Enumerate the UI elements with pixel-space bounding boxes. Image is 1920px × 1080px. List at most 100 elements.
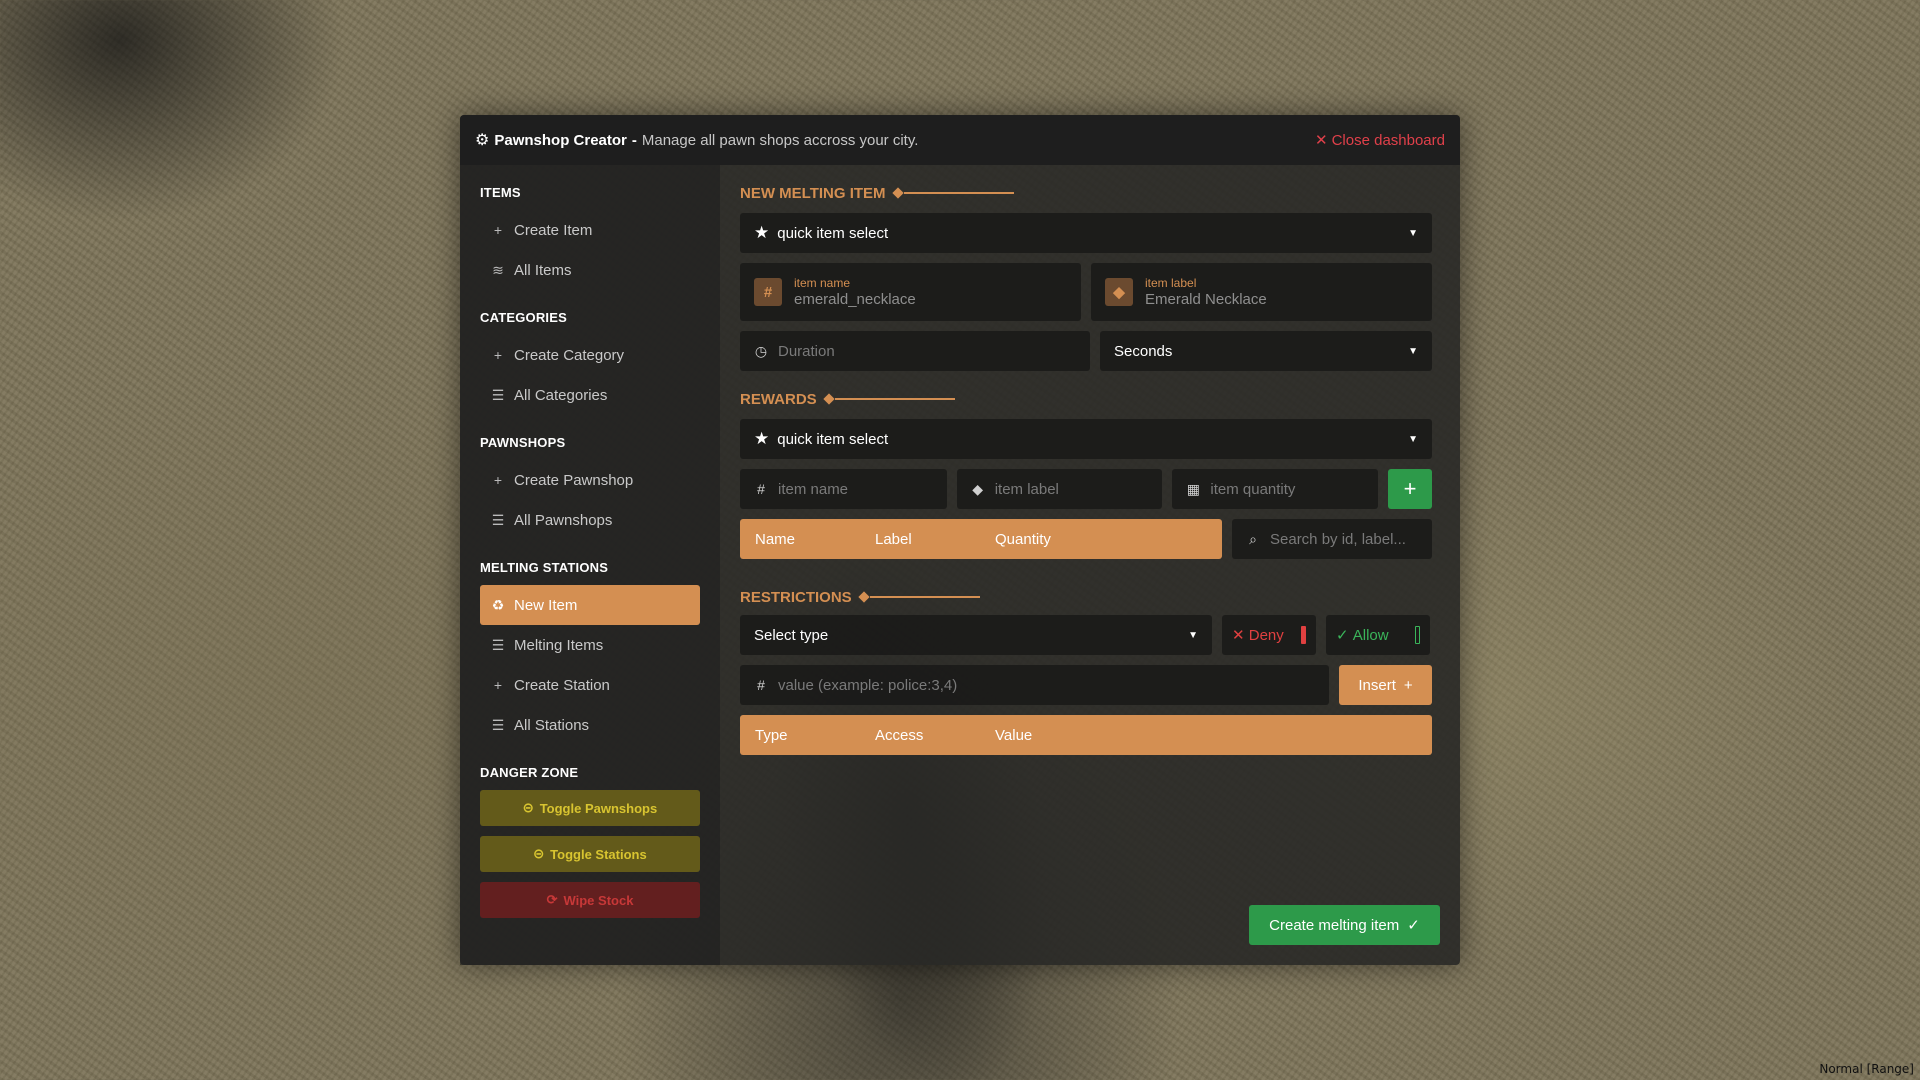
sidebar-item-all-categories[interactable]: ☰ All Categories	[480, 375, 700, 415]
dashboard-title: Pawnshop Creator	[494, 131, 627, 149]
list-icon: ☰	[491, 511, 505, 528]
tag-icon: ◆	[1105, 278, 1133, 306]
duration-row: ◷ Duration Seconds ▼	[740, 331, 1432, 371]
list-icon: ☰	[491, 636, 505, 653]
item-label-field[interactable]: ◆ item label Emerald Necklace	[1091, 263, 1432, 321]
dashboard-subtitle: Manage all pawn shops accross your city.	[641, 131, 919, 149]
sidebar-group-items: ITEMS + Create Item ≋ All Items	[480, 185, 700, 290]
duration-input[interactable]: ◷ Duration	[740, 331, 1090, 371]
item-label-label: item label	[1145, 276, 1197, 290]
value-placeholder: value (example: police:3,4)	[778, 676, 958, 694]
plus-icon: +	[1403, 676, 1413, 694]
column-header-name: Name	[755, 530, 796, 548]
item-name-label: item name	[794, 276, 851, 290]
sidebar-item-create-pawnshop[interactable]: + Create Pawnshop	[480, 460, 700, 500]
quick-item-select-dropdown[interactable]: ★ quick item select ▼	[740, 213, 1432, 253]
select-type-dropdown[interactable]: Select type ▼	[740, 615, 1212, 655]
rewards-search-input[interactable]: ⌕ Search by id, label...	[1232, 519, 1432, 559]
restrictions-table-header: Type Access Value	[740, 715, 1432, 755]
reward-item-label-input[interactable]: ◆ item label	[956, 469, 1163, 509]
duration-placeholder: Duration	[778, 342, 835, 360]
restrictions-table-row: Type Access Value	[740, 715, 1432, 755]
reward-item-quantity-input[interactable]: ▦ item quantity	[1172, 469, 1379, 509]
toggle-stations-label: Toggle Stations	[550, 846, 647, 862]
plus-icon: +	[493, 347, 503, 363]
double-check-icon: ✓	[1407, 917, 1420, 934]
sidebar-item-label: Melting Items	[514, 636, 604, 654]
section-heading-text: REWARDS	[740, 390, 817, 408]
section-heading-text: NEW MELTING ITEM	[740, 184, 886, 202]
rewards-table-row: Name Label Quantity ⌕ Search by id, labe…	[740, 519, 1432, 559]
sidebar-item-all-items[interactable]: ≋ All Items	[480, 250, 700, 290]
pawnshop-dashboard: ⚙ Pawnshop Creator - Manage all pawn sho…	[460, 115, 1460, 965]
sidebar-item-label: New Item	[514, 596, 578, 614]
restriction-value-row: # value (example: police:3,4) Insert +	[740, 665, 1432, 705]
heading-line	[834, 398, 955, 400]
toggle-pawnshops-label: Toggle Pawnshops	[539, 800, 658, 816]
wipe-stock-button[interactable]: ⟳ Wipe Stock	[480, 882, 700, 918]
diamond-icon	[823, 393, 835, 405]
deny-label: Deny	[1248, 626, 1284, 644]
sidebar-item-label: All Categories	[514, 386, 608, 404]
item-label-value: Emerald Necklace	[1145, 291, 1267, 308]
close-dashboard-label: Close dashboard	[1331, 131, 1445, 149]
sidebar-item-label: Create Station	[514, 676, 610, 694]
deny-toggle[interactable]: ✕ Deny	[1222, 615, 1316, 655]
sidebar: ITEMS + Create Item ≋ All Items CATEGORI…	[460, 165, 720, 965]
search-placeholder: Search by id, label...	[1270, 530, 1406, 548]
item-name-field[interactable]: # item name emerald_necklace	[740, 263, 1081, 321]
deny-indicator	[1301, 626, 1306, 644]
create-melting-item-button[interactable]: Create melting item ✓	[1249, 905, 1440, 945]
search-icon: ⌕	[1249, 530, 1257, 547]
allow-indicator	[1415, 626, 1420, 644]
main-content: NEW MELTING ITEM ★ quick item select ▼ #…	[740, 165, 1440, 965]
sidebar-item-label: Create Pawnshop	[514, 471, 634, 489]
restriction-value-input[interactable]: # value (example: police:3,4)	[740, 665, 1329, 705]
sidebar-section-title: DANGER ZONE	[480, 765, 579, 780]
insert-button[interactable]: Insert +	[1339, 665, 1432, 705]
plus-icon: +	[493, 677, 503, 693]
sidebar-item-label: Create Item	[514, 221, 593, 239]
title-separator: -	[631, 131, 637, 149]
sidebar-group-pawnshops: PAWNSHOPS + Create Pawnshop ☰ All Pawnsh…	[480, 435, 700, 540]
rewards-quick-item-select-dropdown[interactable]: ★ quick item select ▼	[740, 419, 1432, 459]
list-icon: ☰	[491, 386, 505, 403]
sidebar-item-new-item[interactable]: ♻ New Item	[480, 585, 700, 625]
sidebar-item-all-stations[interactable]: ☰ All Stations	[480, 705, 700, 745]
caret-down-icon: ▼	[1408, 227, 1418, 239]
restriction-type-row: Select type ▼ ✕ Deny ✓ Allow	[740, 615, 1432, 655]
column-header-label: Label	[875, 530, 912, 548]
toggle-pawnshops-button[interactable]: ⊝ Toggle Pawnshops	[480, 790, 700, 826]
dropdown-label: quick item select	[777, 224, 889, 242]
sidebar-item-label: All Items	[514, 261, 572, 279]
reward-item-name-input[interactable]: # item name	[740, 469, 947, 509]
hash-icon: #	[757, 481, 765, 497]
sidebar-item-create-station[interactable]: + Create Station	[480, 665, 700, 705]
x-icon: ✕	[1232, 627, 1249, 644]
heading-line	[903, 192, 1014, 194]
toggle-stations-button[interactable]: ⊝ Toggle Stations	[480, 836, 700, 872]
sidebar-item-all-pawnshops[interactable]: ☰ All Pawnshops	[480, 500, 700, 540]
diamond-icon	[891, 187, 904, 199]
sidebar-item-create-category[interactable]: + Create Category	[480, 335, 700, 375]
wipe-stock-label: Wipe Stock	[563, 892, 634, 908]
add-reward-button[interactable]: +	[1388, 469, 1432, 509]
duration-unit-dropdown[interactable]: Seconds ▼	[1100, 331, 1432, 371]
rewards-table-header: Name Label Quantity	[740, 519, 1222, 559]
close-dashboard-button[interactable]: ✕ Close dashboard	[1315, 131, 1445, 150]
create-label: Create melting item	[1269, 916, 1400, 934]
allow-toggle[interactable]: ✓ Allow	[1326, 615, 1430, 655]
sidebar-item-melting-items[interactable]: ☰ Melting Items	[480, 625, 700, 665]
sidebar-item-create-item[interactable]: + Create Item	[480, 210, 700, 250]
list-icon: ☰	[491, 716, 505, 733]
rewards-heading: REWARDS	[740, 390, 1432, 408]
heading-line	[869, 596, 980, 598]
item-name-value: emerald_necklace	[794, 291, 916, 308]
diamond-icon	[858, 591, 870, 603]
reward-name-placeholder: item name	[778, 480, 849, 498]
sidebar-item-label: All Pawnshops	[514, 511, 613, 529]
check-icon: ✓	[1336, 627, 1353, 644]
toggle-icon: ⊝	[522, 800, 534, 815]
reward-inputs-row: # item name ◆ item label ▦ item quantity…	[740, 469, 1432, 509]
reward-label-placeholder: item label	[994, 480, 1059, 498]
